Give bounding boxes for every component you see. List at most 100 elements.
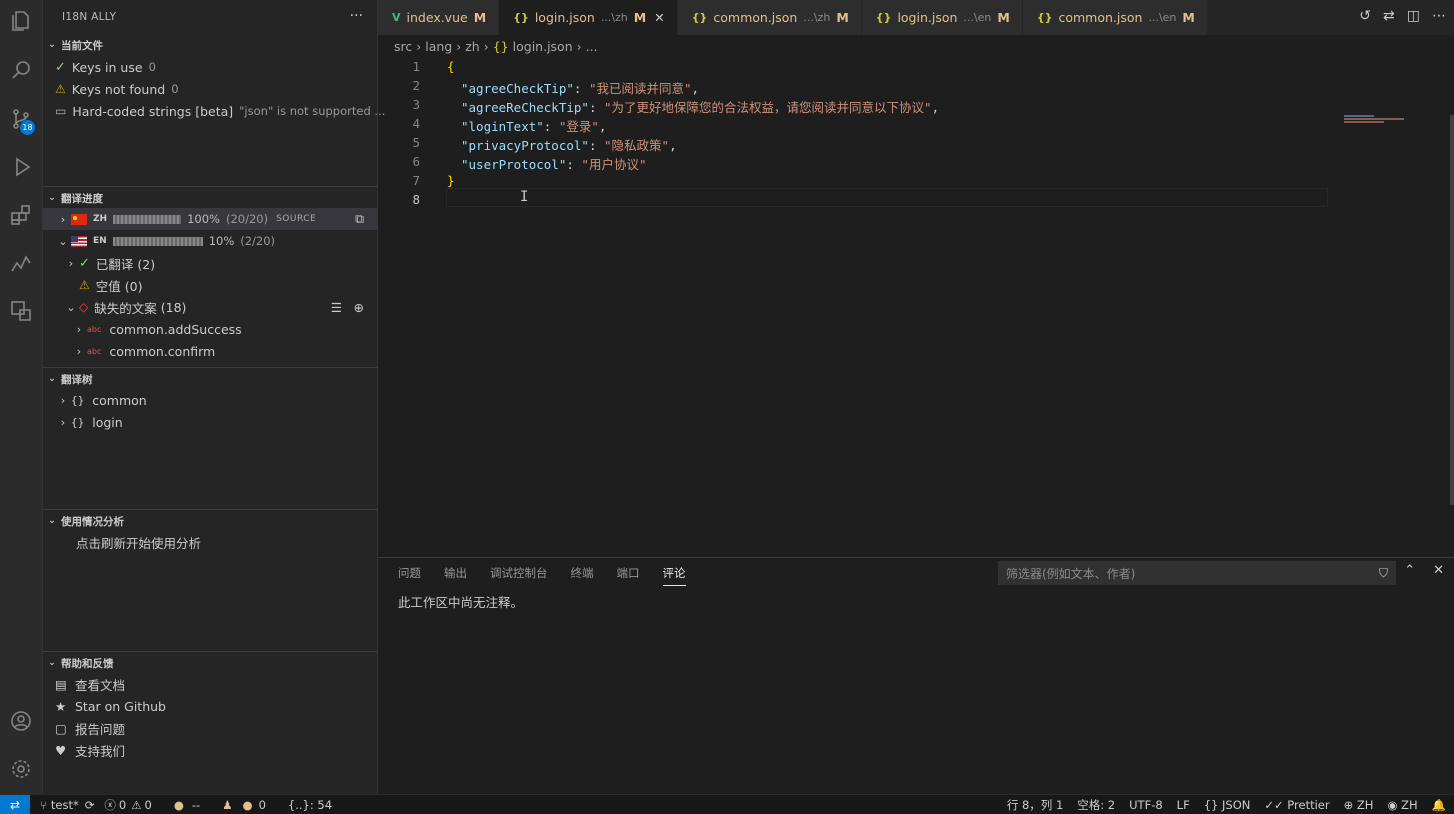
tab-debug-console[interactable]: 调试控制台 [490, 565, 548, 586]
error-count[interactable]: 0 [119, 798, 126, 812]
item-label: 空值 (0) [95, 278, 143, 294]
notifications-icon[interactable]: 🔔 [1432, 798, 1446, 812]
remote-icon[interactable]: ⇄ [0, 794, 30, 814]
editor-tabs: V index.vue M {} login.json ...\zh M ✕ {… [378, 0, 1454, 35]
modified-badge: M [473, 10, 487, 25]
missing-item[interactable]: › abc common.addSuccess [43, 318, 378, 340]
status-dashes[interactable]: -- [192, 798, 200, 812]
tab-index-vue[interactable]: V index.vue M [378, 0, 500, 35]
code-editor[interactable]: 1 2 3 4 5 6 7 8 { "agreeCheckTip": "我已阅读… [378, 57, 1454, 557]
help-docs-item[interactable]: ▤ 查看文档 [43, 673, 378, 695]
compare-changes-icon[interactable]: ⇄ [1383, 8, 1395, 24]
i18n-display-status[interactable]: ◉ ZH [1387, 798, 1417, 812]
json-braces-icon: {} [71, 393, 85, 407]
account-icon[interactable] [6, 706, 36, 736]
list-icon[interactable]: ☰ [331, 300, 342, 315]
settings-gear-icon[interactable] [6, 754, 36, 784]
keys-in-use-item[interactable]: ✓ Keys in use 0 [43, 56, 378, 78]
tab-output[interactable]: 输出 [444, 565, 467, 586]
missing-row[interactable]: ⌄ ◇ 缺失的文案 (18) ☰ ⊕ [43, 296, 378, 318]
crumb[interactable]: src [394, 39, 412, 54]
help-report-item[interactable]: ▢ 报告问题 [43, 717, 378, 739]
code-line: } [447, 173, 455, 188]
globe-icon: ⊕ [1343, 798, 1357, 812]
crumb[interactable]: zh [465, 39, 479, 54]
more-actions-icon[interactable]: ··· [350, 8, 363, 24]
crumb[interactable]: ... [586, 39, 598, 54]
section-title: 使用情况分析 [61, 515, 124, 528]
empty-row[interactable]: ⚠ 空值 (0) [43, 274, 378, 296]
locale-zh-row[interactable]: › ZH 100% (20/20) SOURCE ⧉ [43, 208, 378, 230]
tab-problems[interactable]: 问题 [398, 565, 421, 586]
maximize-panel-icon[interactable]: ⌃ [1404, 563, 1415, 578]
extensions-icon[interactable] [6, 200, 36, 230]
cursor-position[interactable]: 行 8，列 1 [1007, 797, 1063, 813]
item-label: 支持我们 [75, 743, 126, 759]
vue-icon: V [392, 11, 401, 24]
chevron-right-icon: › [68, 256, 74, 270]
translated-row[interactable]: › ✓ 已翻译 (2) [43, 252, 378, 274]
tab-terminal[interactable]: 终端 [571, 565, 594, 586]
json-braces-icon: {} [691, 11, 708, 24]
text-cursor-icon: I [520, 189, 529, 205]
split-editor-icon[interactable]: ◫ [1407, 8, 1420, 24]
sync-icon[interactable]: ⟳ [85, 798, 95, 812]
locale-en-row[interactable]: ⌄ EN 10% (2/20) [43, 230, 378, 252]
section-help[interactable]: ⌄ 帮助和反馈 [43, 652, 378, 674]
section-current-file[interactable]: ⌄ 当前文件 [43, 34, 378, 56]
more-actions-icon[interactable]: ⋯ [1432, 8, 1446, 24]
keys-not-found-item[interactable]: ⚠ Keys not found 0 [43, 78, 378, 100]
line-number: 2 [412, 78, 420, 93]
end-of-line[interactable]: LF [1177, 798, 1190, 812]
language-mode[interactable]: {} JSON [1204, 798, 1251, 812]
tab-label: login.json [534, 10, 595, 25]
warning-count[interactable]: 0 [145, 798, 152, 812]
crumb[interactable]: lang [425, 39, 452, 54]
i18n-locale-status[interactable]: ⊕ ZH [1344, 798, 1374, 812]
close-icon[interactable]: ✕ [654, 10, 664, 25]
indentation[interactable]: 空格: 2 [1077, 797, 1115, 813]
comments-filter-input[interactable]: 筛选器(例如文本、作者) ⛉ [998, 561, 1396, 585]
prettier-status[interactable]: ✓✓ Prettier [1264, 798, 1329, 812]
tree-item-common[interactable]: › {} common [43, 389, 378, 411]
tab-login-en[interactable]: {} login.json ...\en M [861, 0, 1023, 35]
open-file-icon[interactable]: ⧉ [355, 211, 364, 227]
tree-label: login [92, 414, 123, 430]
vertical-scrollbar[interactable] [1450, 115, 1454, 505]
tab-ports[interactable]: 端口 [617, 565, 640, 586]
status-count[interactable]: 0 [259, 798, 266, 812]
help-support-item[interactable]: ♥ 支持我们 [43, 739, 378, 761]
section-tree[interactable]: ⌄ 翻译树 [43, 368, 378, 390]
timeline-icon[interactable]: ↺ [1359, 8, 1371, 24]
chevron-down-icon: ⌄ [66, 300, 76, 314]
section-usage[interactable]: ⌄ 使用情况分析 [43, 510, 378, 532]
hardcoded-strings-item[interactable]: ▭ Hard-coded strings [beta] "json" is no… [43, 100, 385, 122]
tab-login-zh[interactable]: {} login.json ...\zh M ✕ [499, 0, 678, 35]
item-label: Keys in use [71, 59, 143, 75]
coin-icon: ● [173, 797, 184, 812]
warning-icon: ⚠ [79, 278, 90, 292]
i18n-ally-icon[interactable] [6, 296, 36, 326]
tab-label: common.json [713, 10, 798, 25]
missing-item[interactable]: › abc common.confirm [43, 340, 378, 362]
analytics-icon[interactable] [6, 248, 36, 278]
tree-item-login[interactable]: › {} login [43, 411, 378, 433]
globe-icon[interactable]: ⊕ [354, 300, 364, 315]
item-label: 已翻译 (2) [95, 256, 156, 272]
tab-comments[interactable]: 评论 [662, 565, 686, 586]
minimap[interactable] [1344, 115, 1414, 125]
explorer-icon[interactable] [6, 6, 36, 36]
run-debug-icon[interactable] [6, 152, 36, 182]
json-info[interactable]: {..}: 54 [288, 798, 332, 812]
help-star-item[interactable]: ★ Star on Github [43, 695, 378, 717]
tab-common-zh[interactable]: {} common.json ...\zh M [677, 0, 862, 35]
chevron-down-icon: ⌄ [48, 374, 56, 384]
tab-common-en[interactable]: {} common.json ...\en M [1022, 0, 1208, 35]
crumb[interactable]: login.json [513, 39, 573, 54]
section-progress[interactable]: ⌄ 翻译进度 [43, 187, 378, 209]
branch-name[interactable]: test* [51, 798, 79, 812]
search-icon[interactable] [6, 55, 36, 85]
filter-icon[interactable]: ⛉ [1379, 566, 1388, 581]
close-panel-icon[interactable]: ✕ [1433, 563, 1444, 578]
encoding[interactable]: UTF-8 [1129, 798, 1163, 812]
